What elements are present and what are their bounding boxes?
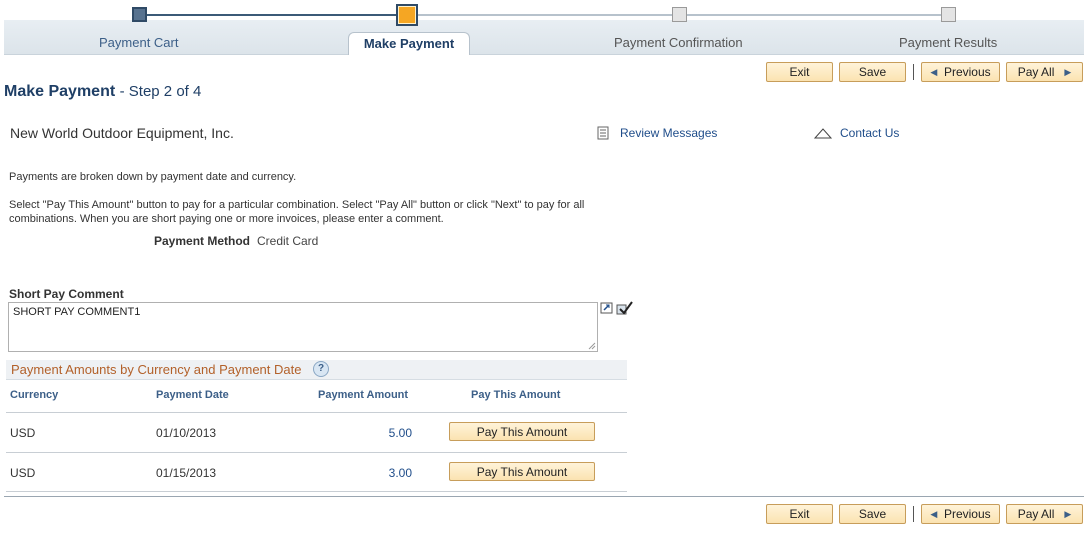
chevron-right-icon: ▶ (1064, 508, 1072, 519)
page-title-text: Make Payment (4, 83, 116, 100)
short-pay-comment-field[interactable]: SHORT PAY COMMENT1 (8, 302, 598, 352)
tab-payment-cart[interactable]: Payment Cart (99, 35, 178, 50)
short-pay-comment-label: Short Pay Comment (9, 287, 124, 301)
instructions-line-1: Payments are broken down by payment date… (9, 171, 297, 183)
grid-divider (6, 491, 627, 492)
company-name: New World Outdoor Equipment, Inc. (10, 125, 234, 141)
envelope-icon (814, 128, 832, 139)
exit-button-label: Exit (789, 507, 810, 521)
progress-train: Make Payment Payment Cart Payment Confir… (4, 0, 1084, 55)
train-step-payment-results-node (941, 7, 956, 22)
save-button-label: Save (858, 507, 887, 521)
review-messages-link-group[interactable]: Review Messages (595, 126, 717, 140)
row-payment-amount[interactable]: 3.00 (352, 466, 412, 480)
toolbar-divider (913, 506, 914, 522)
previous-button-label: Previous (943, 507, 991, 521)
resize-handle-icon[interactable] (587, 341, 596, 350)
train-step-payment-cart-node[interactable] (132, 7, 147, 22)
row-currency: USD (10, 466, 36, 480)
save-button[interactable]: Save (839, 504, 906, 524)
exit-button[interactable]: Exit (766, 504, 833, 524)
top-toolbar: Exit Save ◀ Previous Pay All ▶ (766, 62, 1083, 82)
grid-divider (6, 412, 627, 413)
column-header-payment-date: Payment Date (156, 389, 229, 401)
pay-this-amount-button[interactable]: Pay This Amount (449, 422, 595, 441)
previous-button-label: Previous (943, 65, 991, 79)
tab-make-payment: Make Payment (348, 32, 470, 55)
grid-divider (6, 452, 627, 453)
row-payment-date: 01/15/2013 (156, 466, 217, 480)
contact-us-link[interactable]: Contact Us (840, 126, 899, 140)
exit-button[interactable]: Exit (766, 62, 833, 82)
payment-grid-header: Payment Amounts by Currency and Payment … (6, 360, 627, 380)
instructions-line-2: Select "Pay This Amount" button to pay f… (9, 199, 585, 225)
tab-make-payment-label: Make Payment (363, 36, 455, 51)
train-connector-done (144, 14, 406, 16)
expand-field-icon[interactable] (600, 302, 614, 314)
page-title: Make Payment - Step 2 of 4 (4, 83, 201, 101)
payment-method-value: Credit Card (257, 234, 319, 248)
pay-this-amount-label: Pay This Amount (476, 424, 568, 439)
save-button[interactable]: Save (839, 62, 906, 82)
page-divider (4, 496, 1084, 497)
bottom-toolbar: Exit Save ◀ Previous Pay All ▶ (766, 504, 1083, 524)
previous-button[interactable]: ◀ Previous (921, 62, 1000, 82)
contact-us-link-group[interactable]: Contact Us (814, 126, 899, 140)
column-header-payment-amount: Payment Amount (318, 389, 409, 401)
row-payment-date: 01/10/2013 (156, 426, 217, 440)
tab-payment-confirmation: Payment Confirmation (614, 35, 743, 50)
review-messages-link[interactable]: Review Messages (620, 126, 717, 140)
row-payment-amount[interactable]: 5.00 (352, 426, 412, 440)
column-header-pay-this-amount: Pay This Amount (471, 389, 561, 401)
exit-button-label: Exit (789, 65, 810, 79)
pay-all-button-label: Pay All (1017, 507, 1055, 521)
pay-this-amount-button[interactable]: Pay This Amount (449, 462, 595, 481)
payment-grid-title: Payment Amounts by Currency and Payment … (11, 362, 302, 377)
row-currency: USD (10, 426, 36, 440)
previous-button[interactable]: ◀ Previous (921, 504, 1000, 524)
chevron-right-icon: ▶ (1064, 66, 1072, 77)
tab-payment-results: Payment Results (899, 35, 998, 50)
page-step: - Step 2 of 4 (119, 83, 202, 100)
spell-check-icon[interactable] (615, 300, 633, 316)
save-button-label: Save (858, 65, 887, 79)
pay-all-button[interactable]: Pay All ▶ (1006, 62, 1083, 82)
chevron-left-icon: ◀ (930, 508, 938, 519)
help-icon[interactable]: ? (313, 361, 329, 377)
toolbar-divider (913, 64, 914, 80)
train-step-make-payment-node (396, 4, 418, 26)
chevron-left-icon: ◀ (930, 66, 938, 77)
pay-all-button-label: Pay All (1017, 65, 1055, 79)
payment-method-label: Payment Method (154, 234, 251, 248)
train-step-payment-confirmation-node (672, 7, 687, 22)
pay-this-amount-label: Pay This Amount (476, 464, 568, 479)
column-header-currency: Currency (10, 389, 59, 401)
review-messages-icon (597, 126, 609, 140)
pay-all-button[interactable]: Pay All ▶ (1006, 504, 1083, 524)
